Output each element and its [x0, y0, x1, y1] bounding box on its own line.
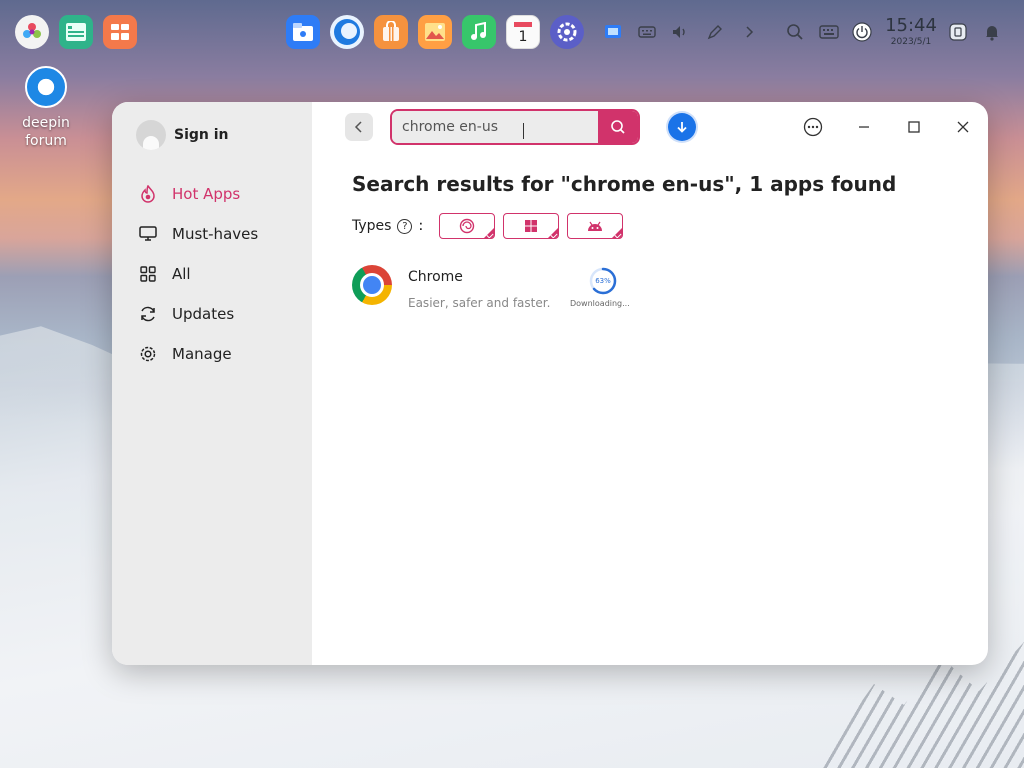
sidebar-item-label: Updates: [172, 305, 235, 323]
filter-windows[interactable]: [503, 213, 560, 239]
filter-deepin[interactable]: [439, 213, 496, 239]
progress-percent: 63%: [595, 277, 611, 285]
android-logo-icon: [588, 221, 603, 231]
sidebar-nav: Hot Apps Must-haves All Updates Manage: [138, 174, 258, 374]
download-progress-ring[interactable]: 63%: [588, 266, 618, 296]
workspace-icon[interactable]: [103, 15, 137, 49]
gear-icon: [138, 344, 158, 364]
chevron-left-icon: [354, 121, 362, 133]
image-viewer-icon[interactable]: [418, 15, 452, 49]
sidebar: Sign in Hot Apps Must-haves All Updates …: [112, 102, 312, 665]
desktop-icon-label: deepin forum: [22, 115, 70, 149]
flame-icon: [138, 184, 158, 204]
sidebar-item-all[interactable]: All: [138, 254, 258, 294]
download-arrow-icon: [677, 122, 687, 133]
minimize-icon: [859, 126, 869, 128]
sidebar-item-manage[interactable]: Manage: [138, 334, 258, 374]
monitor-icon: [138, 224, 158, 244]
sidebar-item-label: All: [172, 265, 191, 283]
grid-icon: [138, 264, 158, 284]
svg-text:1: 1: [519, 29, 528, 44]
pen-icon[interactable]: [705, 22, 725, 42]
type-filter-bar: Types ? :: [352, 213, 631, 239]
keyboard-icon[interactable]: [637, 22, 657, 42]
more-icon: [803, 117, 823, 137]
text-cursor: [523, 123, 524, 139]
volume-icon[interactable]: [670, 22, 690, 42]
power-icon[interactable]: [852, 22, 872, 42]
multitask-view-icon[interactable]: [59, 15, 93, 49]
control-center-icon[interactable]: [550, 15, 584, 49]
minimize-button[interactable]: [852, 115, 876, 139]
sign-in-label[interactable]: Sign in: [174, 127, 229, 143]
app-name[interactable]: Chrome: [408, 269, 463, 285]
search-icon[interactable]: [785, 22, 805, 42]
browser-icon[interactable]: [330, 15, 364, 49]
check-icon: [614, 231, 622, 238]
chrome-icon: [352, 265, 392, 305]
results-title: Search results for "chrome en-us", 1 app…: [352, 172, 897, 196]
search-button[interactable]: [598, 111, 638, 143]
deepin-logo-icon: [25, 66, 67, 108]
music-icon[interactable]: [462, 15, 496, 49]
file-manager-icon[interactable]: [286, 15, 320, 49]
menu-button[interactable]: [801, 115, 825, 139]
sign-in-area[interactable]: Sign in: [136, 120, 229, 150]
sidebar-item-must-haves[interactable]: Must-haves: [138, 214, 258, 254]
trash-icon[interactable]: [948, 22, 968, 42]
maximize-button[interactable]: [902, 115, 926, 139]
close-icon: [957, 121, 969, 133]
clock-date: 2023/5/1: [890, 37, 932, 47]
back-button[interactable]: [345, 113, 373, 141]
app-store-window: Sign in Hot Apps Must-haves All Updates …: [112, 102, 988, 665]
search-box[interactable]: [390, 109, 640, 145]
deepin-logo-icon: [459, 218, 475, 234]
onscreen-keyboard-icon[interactable]: [819, 22, 839, 42]
filter-android[interactable]: [567, 213, 624, 239]
download-manager-button[interactable]: [668, 113, 696, 141]
close-button[interactable]: [951, 115, 975, 139]
avatar[interactable]: [136, 120, 166, 150]
sidebar-item-label: Hot Apps: [172, 185, 241, 203]
app-description: Easier, safer and faster.: [408, 296, 551, 310]
app-store-icon[interactable]: [374, 15, 408, 49]
sidebar-item-label: Manage: [172, 345, 232, 363]
refresh-icon: [138, 304, 158, 324]
help-icon[interactable]: ?: [397, 218, 413, 234]
dock: 1 15:44 2023/5/1: [0, 0, 1024, 64]
launcher-icon[interactable]: [15, 15, 49, 49]
search-icon: [611, 120, 625, 134]
desktop-icon-deepin-forum[interactable]: deepin forum: [16, 66, 76, 150]
types-colon: :: [418, 218, 424, 234]
maximize-icon: [908, 121, 920, 133]
check-icon: [486, 231, 494, 238]
sidebar-item-label: Must-haves: [172, 225, 259, 243]
screen-capture-icon[interactable]: [603, 22, 623, 42]
download-status: Downloading...: [570, 299, 630, 308]
sidebar-item-updates[interactable]: Updates: [138, 294, 258, 334]
chevron-right-icon[interactable]: [739, 22, 759, 42]
check-icon: [550, 231, 558, 238]
clock-time: 15:44: [885, 15, 937, 36]
sidebar-item-hot-apps[interactable]: Hot Apps: [138, 174, 258, 214]
calendar-icon[interactable]: 1: [506, 15, 540, 49]
windows-logo-icon: [525, 220, 538, 232]
types-label: Types: [352, 218, 392, 234]
notification-bell-icon[interactable]: [982, 22, 1002, 42]
search-input[interactable]: [392, 111, 598, 143]
clock[interactable]: 15:44 2023/5/1: [884, 16, 938, 48]
